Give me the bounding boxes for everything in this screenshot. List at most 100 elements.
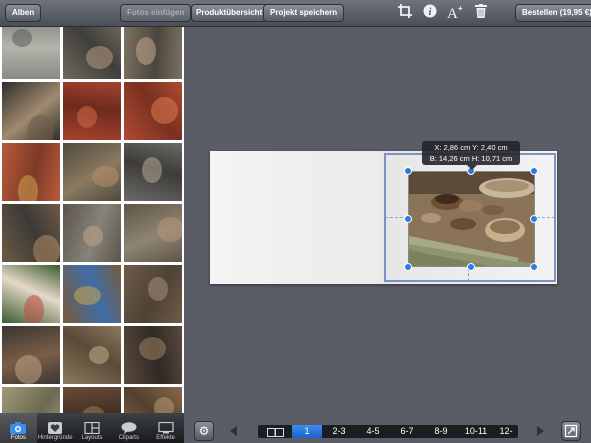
photo-thumbnail[interactable] xyxy=(2,27,60,79)
photo-detail xyxy=(24,295,44,323)
photo-thumbnail[interactable] xyxy=(124,82,182,140)
photo-detail xyxy=(18,175,38,201)
photo-thumbnail[interactable] xyxy=(63,204,121,262)
resize-handle-bottom-left[interactable] xyxy=(404,263,412,271)
tab-effects[interactable]: Effekte xyxy=(147,413,184,443)
tab-layouts[interactable]: Layouts xyxy=(74,413,111,443)
photo-thumbnail[interactable] xyxy=(124,387,182,413)
photo-detail xyxy=(157,217,182,242)
crop-icon[interactable] xyxy=(396,4,414,22)
page-item[interactable]: 10-11 xyxy=(458,425,494,438)
size-readout: B: 14,26 cm H: 10,71 cm xyxy=(429,154,513,163)
left-page[interactable] xyxy=(210,151,383,284)
order-button[interactable]: Bestellen (19,95 €) xyxy=(515,4,591,22)
photo-detail xyxy=(74,286,101,305)
position-readout: X: 2,86 cm Y: 2,40 cm xyxy=(434,143,508,152)
resize-handle-top-left[interactable] xyxy=(404,167,412,175)
photo-detail xyxy=(80,406,107,413)
photo-detail xyxy=(148,277,168,301)
photo-thumbnail[interactable] xyxy=(63,326,121,384)
photo-detail xyxy=(136,37,156,65)
tab-cliparts[interactable]: Cliparts xyxy=(110,413,147,443)
add-photos-button[interactable]: Fotos einfügen xyxy=(120,4,192,22)
photo-thumbnail[interactable] xyxy=(124,265,182,323)
photo-thumbnail[interactable] xyxy=(124,204,182,262)
position-size-tooltip: X: 2,86 cm Y: 2,40 cm B: 14,26 cm H: 10,… xyxy=(422,141,520,170)
photo-detail xyxy=(27,115,54,140)
svg-text:A: A xyxy=(447,6,458,20)
photo-detail xyxy=(151,97,178,124)
photo-thumbnail[interactable] xyxy=(2,204,60,262)
bottom-tab-bar: Fotos Hintergründe Layouts Cliparts Effe… xyxy=(0,413,184,443)
save-project-button[interactable]: Projekt speichern xyxy=(263,4,345,22)
layout-icon xyxy=(84,421,100,435)
photo-thumbnail[interactable] xyxy=(2,143,60,201)
svg-text:i: i xyxy=(429,7,432,18)
photo-detail xyxy=(154,397,174,413)
monitor-icon xyxy=(157,421,174,434)
next-page-arrow-icon[interactable] xyxy=(537,426,544,436)
photo-thumbnail[interactable] xyxy=(63,27,121,79)
product-overview-button[interactable]: Produktübersicht xyxy=(191,4,270,22)
photo-detail xyxy=(33,235,60,262)
tab-label: Cliparts xyxy=(118,435,139,441)
resize-handle-right[interactable] xyxy=(530,215,538,223)
resize-handle-bottom[interactable] xyxy=(467,263,475,271)
photo-detail xyxy=(142,157,162,183)
photo-thumbnail[interactable] xyxy=(2,387,60,413)
heart-icon xyxy=(47,421,63,434)
resize-handle-top-right[interactable] xyxy=(530,167,538,175)
fullscreen-button[interactable] xyxy=(561,421,581,441)
add-text-icon[interactable]: A + xyxy=(447,4,465,22)
previous-page-arrow-icon[interactable] xyxy=(230,426,237,436)
tab-label: Effekte xyxy=(156,435,175,441)
svg-text:+: + xyxy=(458,4,463,13)
placed-photo[interactable] xyxy=(408,171,535,267)
photo-thumbnail[interactable] xyxy=(124,143,182,201)
tab-label: Hintergründe xyxy=(37,435,73,441)
tab-backgrounds[interactable]: Hintergründe xyxy=(37,413,74,443)
page-item[interactable]: 6-7 xyxy=(390,425,424,438)
page-item[interactable]: 2-3 xyxy=(322,425,356,438)
photo-detail xyxy=(15,355,42,384)
photo-detail xyxy=(77,106,97,128)
expand-icon xyxy=(564,424,578,438)
photo-thumbnail[interactable] xyxy=(63,143,121,201)
resize-handle-left[interactable] xyxy=(404,215,412,223)
photo-thumbnail[interactable] xyxy=(124,326,182,384)
page-navigator: 1 2-3 4-5 6-7 8-9 10-11 12- xyxy=(258,425,518,438)
photo-thumbnail[interactable] xyxy=(2,82,60,140)
photo-grid xyxy=(2,27,184,413)
gear-icon: ⚙ xyxy=(198,424,210,438)
albums-button[interactable]: Alben xyxy=(5,4,42,22)
photo-thumbnail[interactable] xyxy=(63,82,121,140)
tab-label: Fotos xyxy=(10,435,26,441)
book-spread[interactable] xyxy=(210,151,557,284)
photo-thumbnail[interactable] xyxy=(63,265,121,323)
info-icon[interactable]: i xyxy=(421,4,439,22)
photo-detail xyxy=(139,337,166,360)
photo-detail xyxy=(86,46,113,69)
photo-detail xyxy=(92,166,119,187)
editor-canvas[interactable]: X: 2,86 cm Y: 2,40 cm B: 14,26 cm H: 10,… xyxy=(184,27,591,443)
page-item[interactable]: 8-9 xyxy=(424,425,458,438)
tab-label: Layouts xyxy=(81,435,103,441)
photo-thumbnail[interactable] xyxy=(124,27,182,79)
trash-icon[interactable] xyxy=(472,4,490,22)
photo-thumbnail[interactable] xyxy=(2,265,60,323)
page-item[interactable]: 4-5 xyxy=(356,425,390,438)
page-item[interactable]: 1 xyxy=(292,425,322,438)
resize-handle-bottom-right[interactable] xyxy=(530,263,538,271)
photo-thumbnail[interactable] xyxy=(63,387,121,413)
top-toolbar: Alben Fotos einfügen Produktübersicht Pr… xyxy=(0,0,591,27)
photo-browser[interactable] xyxy=(0,27,184,413)
photo-detail xyxy=(89,346,109,364)
page-item[interactable]: 12- xyxy=(494,425,518,438)
photo-detail xyxy=(12,29,32,47)
tab-photos[interactable]: Fotos xyxy=(0,413,37,443)
photo-thumbnail[interactable] xyxy=(2,326,60,384)
speech-bubble-icon xyxy=(121,421,137,434)
photo-detail xyxy=(83,226,103,246)
settings-button[interactable]: ⚙ xyxy=(194,421,214,441)
book-cover-icon[interactable] xyxy=(258,425,292,438)
